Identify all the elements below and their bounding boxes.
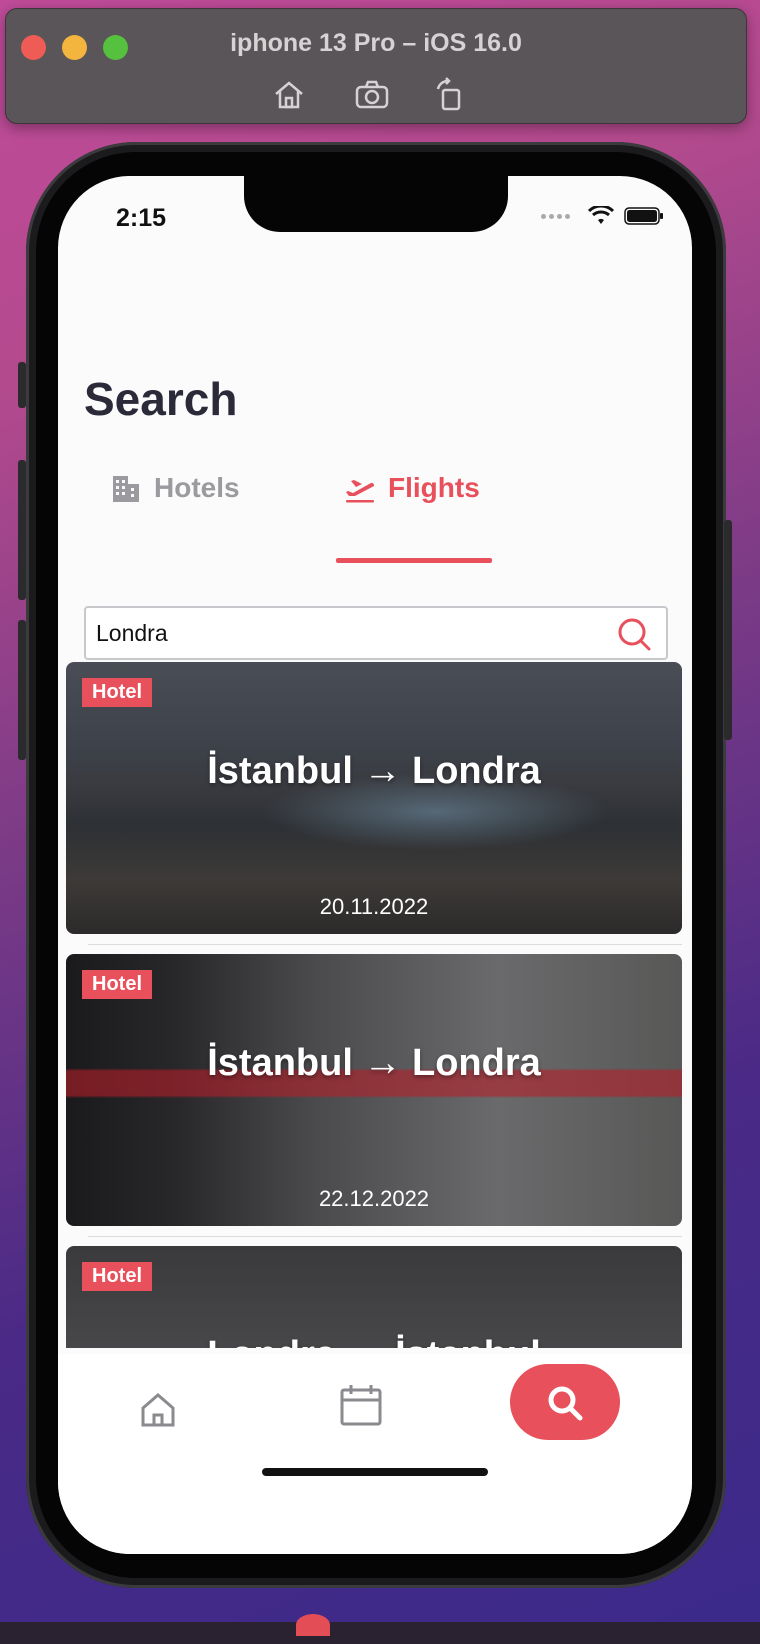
- trip-date: 20.11.2022: [319, 894, 429, 919]
- home-icon[interactable]: [138, 1390, 178, 1430]
- search-icon: [548, 1386, 583, 1421]
- dock-strip: [0, 1614, 760, 1644]
- rotate-icon[interactable]: [432, 77, 468, 113]
- route-title: İstanbul → Londra: [207, 750, 541, 792]
- plane-takeoff-icon: [346, 480, 375, 503]
- status-time: 2:15: [116, 204, 167, 232]
- home-indicator[interactable]: [262, 1468, 488, 1476]
- status-icons: [541, 206, 664, 226]
- wifi-icon: [588, 206, 614, 224]
- volume-down-button[interactable]: [18, 620, 26, 760]
- notch: [244, 176, 508, 232]
- app-screen: 2:15 Search Hotels Flights Londra Hotel …: [58, 176, 692, 1554]
- dock-icon[interactable]: [296, 1614, 330, 1636]
- calendar-icon[interactable]: [338, 1382, 384, 1428]
- tab-flights-label: Flights: [388, 472, 480, 503]
- active-tab-indicator: [336, 558, 492, 563]
- results-list[interactable]: Hotel İstanbul → Londra 20.11.2022 Hotel…: [66, 662, 686, 1348]
- result-card[interactable]: Hotel İstanbul → Londra 20.11.2022: [66, 662, 682, 934]
- route-title: İstanbul → Londra: [207, 1042, 541, 1084]
- hotel-badge: Hotel: [82, 970, 152, 999]
- battery-icon: [624, 207, 663, 225]
- hotel-badge: Hotel: [82, 1262, 152, 1291]
- search-icon[interactable]: [616, 616, 652, 652]
- signal-icon: [541, 213, 570, 219]
- route-title: Londra → İstanbul: [66, 1334, 682, 1348]
- mute-switch[interactable]: [18, 362, 26, 408]
- volume-up-button[interactable]: [18, 460, 26, 600]
- side-button[interactable]: [724, 520, 732, 740]
- search-box[interactable]: [84, 606, 668, 660]
- search-input[interactable]: [96, 608, 576, 658]
- divider: [88, 944, 682, 945]
- trip-date: 22.12.2022: [318, 1186, 430, 1211]
- bottom-nav: [58, 1354, 692, 1554]
- screenshot-icon[interactable]: [354, 77, 390, 113]
- building-icon: [113, 476, 139, 502]
- simulator-title-bar: iphone 13 Pro – iOS 16.0: [5, 8, 747, 124]
- tab-hotels-label: Hotels: [154, 472, 240, 503]
- result-card[interactable]: Hotel Londra → İstanbul: [66, 1246, 682, 1348]
- hotel-badge: Hotel: [82, 678, 152, 707]
- tab-flights[interactable]: Flights: [344, 472, 480, 504]
- search-nav-button[interactable]: [510, 1364, 620, 1440]
- page-title: Search: [84, 373, 238, 425]
- divider: [88, 1236, 682, 1237]
- home-icon[interactable]: [271, 77, 307, 113]
- simulator-title: iphone 13 Pro – iOS 16.0: [230, 29, 522, 57]
- result-card[interactable]: Hotel İstanbul → Londra 22.12.2022: [66, 954, 682, 1226]
- tab-hotels[interactable]: Hotels: [110, 472, 240, 504]
